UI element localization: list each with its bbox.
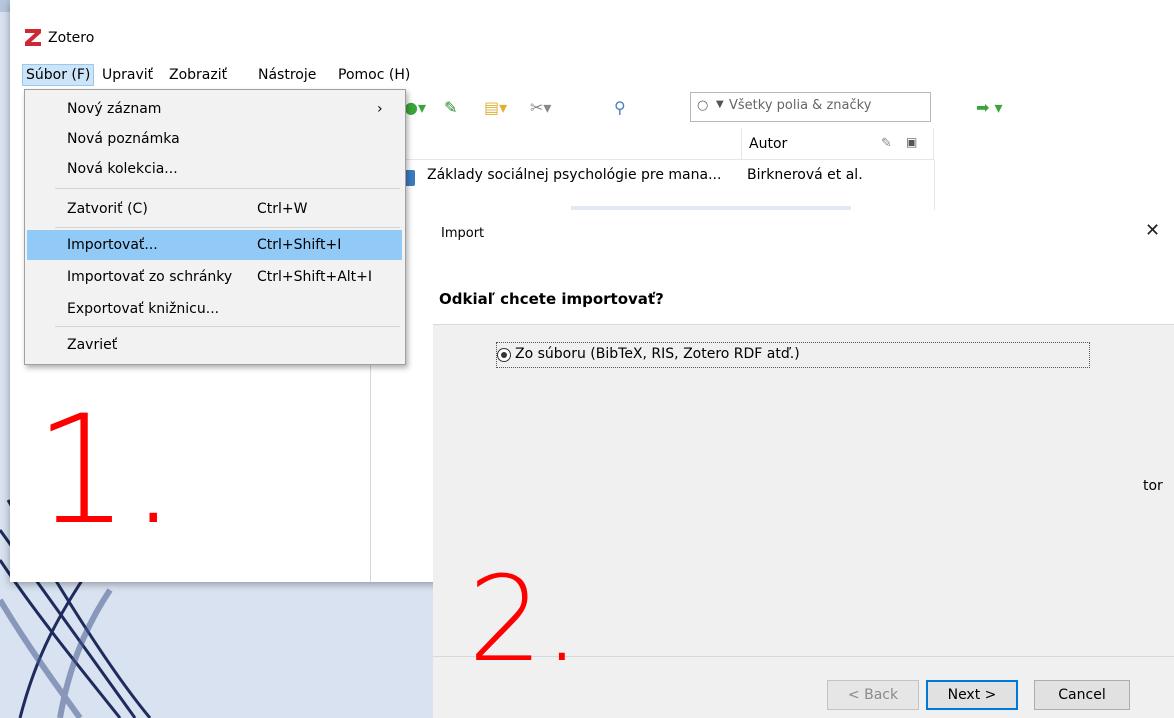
new-item-icon[interactable]: ●▾	[404, 98, 426, 117]
menu-item-new-item[interactable]: Nový záznam ›	[27, 94, 402, 124]
partial-text: tor	[1143, 478, 1163, 494]
back-button[interactable]: < Back	[827, 680, 919, 710]
table-row[interactable]: Základy sociálnej psychológie pre mana..…	[371, 162, 934, 192]
menu-item-quit[interactable]: Zavrieť	[27, 330, 402, 360]
step-number-1: 1.	[34, 384, 178, 558]
search-mode-dropdown-icon[interactable]: ▼	[716, 99, 724, 110]
step-number-2: 2.	[468, 550, 581, 688]
menu-edit[interactable]: Upraviť	[99, 64, 156, 86]
search-input[interactable]: ○ ▼ Všetky polia & značky	[690, 92, 931, 122]
item-author: Birknerová et al.	[747, 167, 863, 183]
search-placeholder: Všetky polia & značky	[729, 98, 872, 113]
notes-column-icon[interactable]: ▣	[906, 135, 917, 149]
app-title: Zotero	[48, 30, 95, 46]
menu-item-import[interactable]: Importovať... Ctrl+Shift+I	[27, 230, 402, 260]
items-column-header: ov Autor ✎ ▣	[371, 128, 934, 160]
next-button[interactable]: Next >	[926, 680, 1018, 710]
column-author-header[interactable]: Autor	[749, 136, 787, 152]
file-dropdown-menu: Nový záznam › Nová poznámka Nová kolekci…	[24, 89, 406, 365]
menu-separator	[55, 188, 400, 189]
attachment-column-icon[interactable]: ✎	[881, 136, 892, 151]
menu-separator	[55, 326, 400, 327]
menu-bar: Súbor (F) Upraviť Zobraziť Nástroje Pomo…	[10, 60, 1174, 88]
menu-item-new-collection[interactable]: Nová kolekcia...	[27, 154, 402, 184]
attachment-icon[interactable]: ✂▾	[530, 98, 551, 117]
menu-separator	[55, 227, 400, 228]
menu-item-close[interactable]: Zatvoriť (C) Ctrl+W	[27, 194, 402, 224]
menu-tools[interactable]: Nástroje	[255, 64, 319, 86]
radio-label: Zo súboru (BibTeX, RIS, Zotero RDF atď.)	[515, 346, 800, 362]
menu-item-import-clipboard[interactable]: Importovať zo schránky Ctrl+Shift+Alt+I	[27, 262, 402, 292]
cancel-button[interactable]: Cancel	[1034, 680, 1130, 710]
column-separator	[741, 128, 742, 160]
search-icon: ○	[697, 98, 709, 113]
toolbar: ●▾ ✎ ▤▾ ✂▾ ⚲ ○ ▼ Všetky polia & značky ➡…	[390, 90, 1170, 126]
menu-item-new-note[interactable]: Nová poznámka	[27, 124, 402, 154]
new-note-icon[interactable]: ▤▾	[484, 98, 507, 117]
dialog-title: Import	[441, 226, 485, 241]
menu-file[interactable]: Súbor (F)	[22, 64, 95, 86]
menu-help[interactable]: Pomoc (H)	[335, 64, 413, 86]
close-icon[interactable]: ✕	[1145, 220, 1160, 241]
menu-view[interactable]: Zobraziť	[166, 64, 230, 86]
radio-button[interactable]	[497, 348, 511, 362]
dialog-header: Import ✕ Odkiaľ chcete importovať?	[433, 210, 1174, 325]
submenu-arrow-icon: ›	[377, 101, 383, 117]
menu-item-export-library[interactable]: Exportovať knižnicu...	[27, 294, 402, 324]
advanced-search-icon[interactable]: ⚲	[614, 98, 626, 117]
title-bar: Zotero	[10, 0, 1174, 60]
dialog-question: Odkiaľ chcete importovať?	[439, 290, 664, 308]
import-from-file-option[interactable]: Zo súboru (BibTeX, RIS, Zotero RDF atď.)	[496, 342, 1090, 368]
zotero-logo-icon	[25, 29, 41, 46]
item-title: Základy sociálnej psychológie pre mana..…	[427, 167, 722, 183]
radio-selected-dot	[501, 352, 507, 358]
magic-wand-icon[interactable]: ✎	[444, 98, 457, 117]
locate-icon[interactable]: ➡ ▾	[976, 98, 1003, 117]
